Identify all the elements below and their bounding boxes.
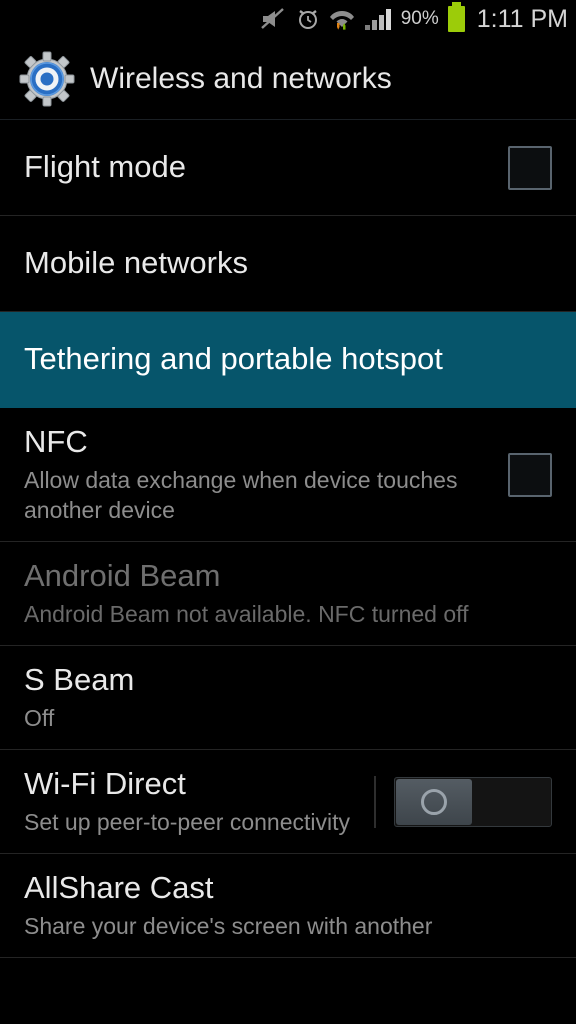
toggle-knob	[396, 778, 472, 825]
list-item-title: Wi-Fi Direct	[24, 766, 186, 802]
settings-gear-icon	[18, 50, 76, 108]
toggle-switch[interactable]	[394, 776, 552, 827]
settings-list: Flight mode Mobile networks Tethering and …	[0, 120, 576, 959]
list-item[interactable]: Mobile networks	[0, 216, 576, 312]
list-item[interactable]: NFC Allow data exchange when device touch…	[0, 408, 576, 543]
list-item[interactable]: AllShare Cast Share your device's screen …	[0, 854, 576, 959]
battery-full-icon	[447, 2, 465, 32]
toggle-container	[374, 775, 552, 828]
list-item-text: Android Beam Android Beam not available. …	[24, 542, 552, 645]
list-item-text: NFC Allow data exchange when device touch…	[24, 408, 508, 541]
screen-header: Wireless and networks	[0, 38, 576, 120]
list-item-title: Android Beam	[24, 558, 221, 594]
status-bar-clock: 1:11 PM	[476, 4, 568, 33]
list-item-subtitle: Share your device's screen with another	[24, 912, 433, 939]
alarm-icon	[296, 7, 320, 31]
vertical-divider	[374, 775, 376, 828]
list-item-subtitle: Off	[24, 704, 55, 731]
list-item-title: NFC	[24, 424, 88, 459]
list-item-subtitle: Set up peer-to-peer connectivity	[24, 808, 351, 835]
list-item-text: Mobile networks	[24, 229, 552, 298]
toggle-knob-ring-icon	[421, 788, 447, 815]
checkbox[interactable]	[508, 452, 552, 497]
list-item-title: Mobile networks	[24, 245, 248, 281]
mute-icon	[260, 8, 287, 30]
list-item-title: S Beam	[24, 662, 135, 698]
list-item-title: Tethering and portable hotspot	[24, 341, 443, 377]
page-title: Wireless and networks	[90, 61, 392, 95]
list-item-title: Flight mode	[24, 149, 186, 185]
android-settings-screen: 90% 1:11 PM Wireless and networks Flight…	[0, 0, 576, 1024]
list-item-text: Wi-Fi Direct Set up peer-to-peer connecti…	[24, 750, 374, 853]
checkbox[interactable]	[508, 145, 552, 190]
status-bar: 90% 1:11 PM	[0, 0, 576, 38]
signal-bars-icon	[364, 7, 392, 31]
list-item-subtitle: Android Beam not available. NFC turned o…	[24, 600, 469, 627]
list-item: Android Beam Android Beam not available. …	[0, 542, 576, 647]
list-item-title: AllShare Cast	[24, 870, 214, 906]
list-item-text: AllShare Cast Share your device's screen …	[24, 854, 552, 957]
battery-percent-label: 90%	[400, 8, 439, 29]
list-item[interactable]: Tethering and portable hotspot	[0, 312, 576, 408]
list-item-text: Tethering and portable hotspot	[24, 325, 552, 394]
wifi-data-icon	[329, 7, 355, 31]
list-item[interactable]: S Beam Off	[0, 646, 576, 751]
list-item[interactable]: Flight mode	[0, 120, 576, 216]
list-item-text: S Beam Off	[24, 646, 552, 749]
list-item-text: Flight mode	[24, 133, 508, 202]
list-item-subtitle: Allow data exchange when device touches …	[24, 466, 458, 523]
list-item[interactable]: Wi-Fi Direct Set up peer-to-peer connecti…	[0, 750, 576, 855]
